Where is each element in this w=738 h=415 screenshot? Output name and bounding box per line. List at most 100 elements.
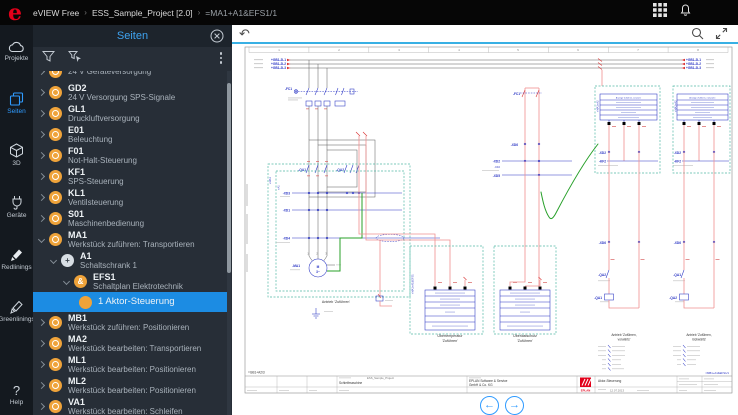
close-icon[interactable] [210, 29, 224, 43]
page-desc: Schaltschrank 1 [80, 261, 137, 270]
rail-item-seiten[interactable]: Seiten [0, 77, 33, 129]
page-id: F01 [68, 146, 84, 156]
page-desc: Maschinenbedienung [68, 219, 145, 228]
page-id: GD2 [68, 83, 87, 93]
chevron-right-icon[interactable] [37, 193, 47, 203]
chevron-right-icon[interactable] [37, 339, 47, 349]
tree-row-a1[interactable]: + A1 Schaltschrank 1 [33, 250, 228, 271]
tree-row[interactable]: KL1 Ventilsteuerung [33, 187, 228, 208]
coil-qa1: -QA1 [594, 296, 602, 300]
page-structure-icon [49, 128, 62, 141]
tree-row[interactable]: S01 Maschinenbedienung [33, 208, 228, 229]
frame-col: 7 [637, 48, 639, 52]
rail-label: Greenlinings [0, 316, 35, 323]
page-desc: Ventilsteuerung [68, 198, 124, 207]
next-page-button[interactable]: → [505, 396, 524, 415]
rail-item-greenlinings[interactable]: Greenlinings [0, 285, 35, 337]
page-desc: SPS-Steuerung [68, 177, 124, 186]
page-structure-icon [49, 233, 62, 246]
page-id: MA1 [68, 230, 88, 240]
canvas-toolbar: ↶ [232, 25, 738, 42]
rail-label: Help [9, 399, 24, 406]
panel-toolbar [33, 47, 232, 71]
tree-row-efs1[interactable]: & EFS1 Schaltplan Elektrotechnik [33, 271, 228, 292]
rail-item-help[interactable]: ? Help [0, 377, 33, 413]
device-tag-fc1: -FC1 [285, 87, 292, 91]
device-tag-qa2: -QA2 [336, 168, 344, 172]
rail-item-projekte[interactable]: Projekte [0, 25, 33, 77]
chevron-down-icon[interactable] [62, 277, 72, 287]
scrollbar-thumb[interactable] [227, 83, 231, 273]
tree-row[interactable]: ML1 Werkstück bearbeiten: Positionieren [33, 354, 228, 375]
titleblock-company-2: GmbH & Co. KG [469, 383, 493, 387]
undo-icon[interactable]: ↶ [239, 26, 250, 41]
rail-item-3d[interactable]: 3D [0, 129, 33, 181]
notifications-bell-icon[interactable] [679, 3, 692, 22]
tree-row[interactable]: ML2 Werkstück bearbeiten: Positionieren [33, 375, 228, 396]
rail-item-redlinings[interactable]: Redlinings [0, 233, 33, 285]
page-id: VA1 [68, 397, 85, 407]
previous-page-button[interactable]: ← [480, 396, 499, 415]
chevron-down-icon[interactable] [49, 256, 59, 266]
chevron-right-icon[interactable] [37, 172, 47, 182]
chevron-right-icon[interactable] [37, 71, 47, 77]
tree-row[interactable]: MA2 Werkstück bearbeiten: Transportieren [33, 333, 228, 354]
frame-col: 6 [577, 48, 579, 52]
panel-title: Seiten [116, 30, 149, 42]
crossref-table-a [598, 344, 625, 371]
chevron-right-icon[interactable] [37, 88, 47, 98]
tree-row[interactable]: VA1 Werkstück bearbeiten: Schleifen [33, 396, 228, 415]
chevron-down-icon[interactable] [37, 235, 47, 245]
greenlining-check-mark[interactable] [540, 143, 599, 220]
rail-item-geraete[interactable]: Geräte [0, 181, 33, 233]
terminal-xd6-b: -XD6 [674, 241, 681, 245]
page-ref-bottom-right[interactable]: =MB1+A1&EFS1/1 [705, 371, 729, 375]
page-structure-icon [49, 71, 62, 78]
chevron-right-icon[interactable] [37, 214, 47, 224]
panel-menu-icon[interactable] [219, 52, 222, 64]
breadcrumb-project[interactable]: ESS_Sample_Project [2.0] [92, 8, 193, 18]
eplan-logo[interactable]: e [0, 2, 30, 24]
rail-label-l3: +GB1-2L3 [271, 66, 286, 70]
chevron-right-icon[interactable] [37, 318, 47, 328]
filter-icon[interactable] [41, 50, 56, 68]
page-desc: Werkstück bearbeiten: Positionieren [68, 386, 196, 395]
chevron-right-icon[interactable] [37, 109, 47, 119]
page-structure-icon [49, 170, 62, 183]
right-circuit-a: +MA1+A2 Anzeige 'Zuführen, vorwärts' -XD… [594, 70, 661, 371]
rail-label: Redlinings [1, 264, 32, 271]
page-id: KL1 [68, 188, 86, 198]
plc-header-b: Anzeige 'Zuführen, rückwärts' [689, 96, 716, 99]
tree-row[interactable]: KF1 SPS-Steuerung [33, 166, 228, 187]
tree-row-ma1[interactable]: MA1 Werkstück zuführen: Transportieren [33, 229, 228, 250]
device-tag-ma1-motor: -MA1 [292, 264, 300, 268]
chevron-right-icon[interactable] [37, 402, 47, 412]
schematic-canvas[interactable]: ↶ 1 2 3 4 5 6 7 8 +GB1-2L1 +GB1-2L2 +GB1… [232, 25, 738, 415]
chevron-right-icon[interactable] [37, 381, 47, 391]
apps-grid-icon[interactable] [653, 3, 667, 22]
rail-label: Seiten [7, 107, 26, 115]
device-tag-kf2-a: -KF2 [599, 160, 606, 164]
page-icon [79, 295, 92, 309]
chevron-right-icon[interactable] [37, 360, 47, 370]
plug-icon [12, 196, 21, 210]
tree-row[interactable]: E01 Beleuchtung [33, 124, 228, 145]
selected-page-label: 1 Aktor-Steuerung [98, 296, 175, 307]
terminal-xd2-a: -XD2 [599, 151, 606, 155]
device-tag-kf2-b: -KF2 [674, 160, 681, 164]
page-structure-icon [49, 358, 62, 371]
terminal-xd6-a: -XD6 [599, 241, 606, 245]
filter-cursor-icon[interactable] [67, 50, 82, 68]
pages-icon [9, 91, 24, 106]
tree-row[interactable]: F01 Not-Halt-Steuerung [33, 145, 228, 166]
tree-row-selected-page[interactable]: 1 Aktor-Steuerung [33, 292, 228, 312]
breadcrumb-app[interactable]: eVIEW Free [33, 8, 79, 18]
tree-row[interactable]: MB1 Werkstück zuführen: Positionieren [33, 312, 228, 333]
tree-row[interactable]: GD2 24 V Versorgung SPS-Signale [33, 82, 228, 103]
panel-scrollbar[interactable] [227, 71, 231, 415]
tree-row[interactable]: 24 V Geräteversorgung [33, 71, 228, 82]
chevron-right-icon[interactable] [37, 130, 47, 140]
chevron-right-icon[interactable] [37, 151, 47, 161]
frame-col: 2 [338, 48, 340, 52]
tree-row[interactable]: GL1 Druckluftversorgung [33, 103, 228, 124]
